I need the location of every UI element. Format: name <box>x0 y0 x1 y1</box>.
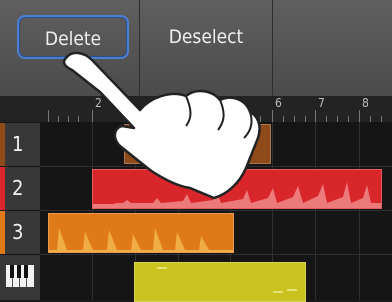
ruler-bar-number: 8 <box>362 96 369 110</box>
track-header-1[interactable]: 1 <box>0 123 40 166</box>
track-number: 2 <box>12 176 24 200</box>
midi-note <box>157 267 167 269</box>
audio-region-track-1[interactable] <box>124 124 271 164</box>
top-toolbar: Delete Deselect <box>0 0 392 96</box>
ruler-bar-number: 6 <box>275 96 282 110</box>
delete-button[interactable]: Delete <box>17 15 129 59</box>
timeline-ruler[interactable]: 2 5 6 7 8 <box>0 96 392 122</box>
track-header-2[interactable]: 2 <box>0 167 40 210</box>
waveform <box>93 182 381 208</box>
ruler-bar-number: 2 <box>95 96 102 110</box>
ruler-bar-number: 5 <box>233 96 240 110</box>
midi-region-track-4[interactable] <box>134 262 306 302</box>
waveform <box>49 228 233 252</box>
track-color-tag <box>0 211 5 254</box>
audio-region-track-3[interactable] <box>48 213 234 253</box>
toolbar-divider <box>139 0 140 96</box>
deselect-button[interactable]: Deselect <box>146 15 266 59</box>
midi-note <box>273 291 283 293</box>
track-number: 1 <box>12 132 24 156</box>
toolbar-divider <box>272 0 273 96</box>
track-color-tag <box>0 167 5 210</box>
track-header-4[interactable] <box>0 255 40 300</box>
track-color-tag <box>0 123 5 166</box>
midi-note <box>287 289 297 291</box>
track-timeline[interactable]: 2 5 6 7 8 1 2 3 <box>0 96 392 302</box>
piano-keys-icon <box>6 265 34 287</box>
track-header-3[interactable]: 3 <box>0 211 40 254</box>
track-number: 3 <box>12 220 24 244</box>
ruler-bar-number: 7 <box>318 96 325 110</box>
audio-region-track-2[interactable] <box>92 169 382 209</box>
